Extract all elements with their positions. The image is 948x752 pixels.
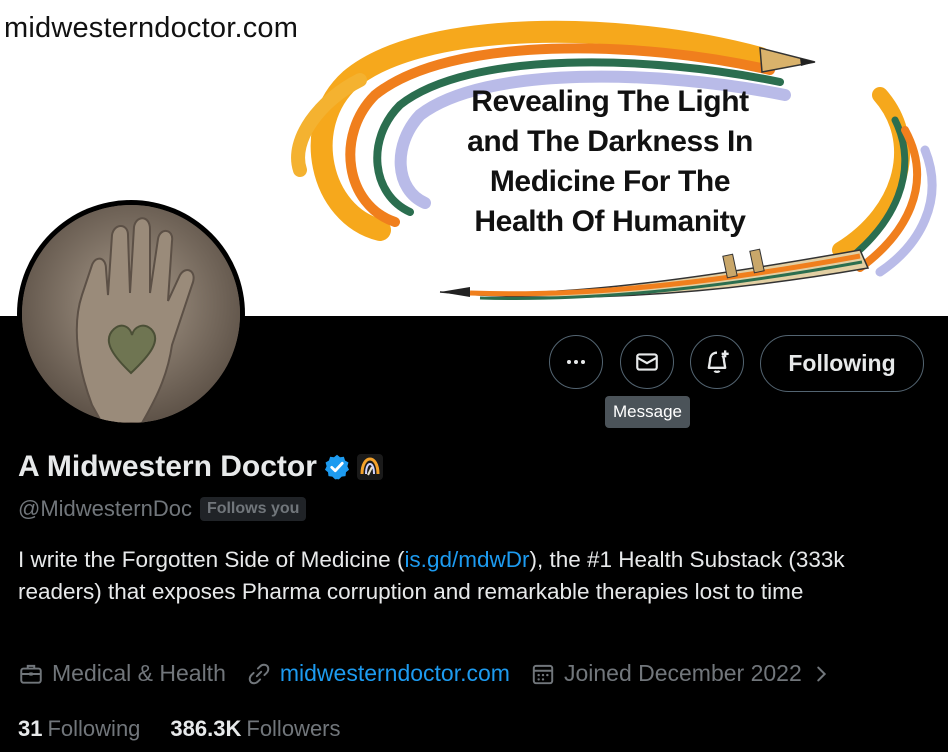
message-tooltip: Message [605, 396, 690, 428]
followers-stat[interactable]: 386.3K Followers [170, 716, 340, 742]
tagline-line: Medicine For The [489, 165, 731, 198]
tagline-line: and The Darkness In [467, 125, 753, 158]
profile-name: A Midwestern Doctor [18, 450, 317, 483]
affiliate-badge-icon[interactable] [356, 454, 383, 480]
more-options-button[interactable] [549, 335, 603, 389]
profile-name-row: A Midwestern Doctor [18, 450, 383, 484]
banner-site-text: midwesterndoctor.com [4, 12, 299, 44]
following-button[interactable]: Following [760, 335, 924, 392]
bell-plus-icon [707, 350, 729, 374]
bio-text: I write the Forgotten Side of Medicine ( [18, 547, 405, 572]
briefcase-icon [20, 664, 42, 684]
followers-stat-label: Followers [246, 716, 341, 741]
bio-link[interactable]: is.gd/mdwDr [404, 547, 529, 572]
category-item: Medical & Health [18, 660, 226, 687]
following-stat-label: Following [47, 716, 141, 741]
avatar[interactable] [17, 200, 245, 428]
joined-label: Joined December 2022 [563, 660, 802, 686]
banner-tagline: Revealing The Light and The Darkness In … [445, 82, 775, 242]
profile-handle: @MidwesternDoc [18, 496, 192, 521]
handle-row: @MidwesternDoc Follows you [18, 496, 307, 522]
joined-item[interactable]: Joined December 2022 [530, 660, 840, 687]
calendar-icon [532, 664, 554, 684]
tagline-line: Revealing The Light [471, 85, 749, 118]
follows-you-badge: Follows you [199, 497, 307, 521]
followers-count: 386.3K [170, 716, 242, 741]
envelope-icon [636, 353, 658, 371]
chevron-right-icon [817, 666, 826, 681]
message-button[interactable] [620, 335, 674, 389]
website-item[interactable]: midwesterndoctor.com [246, 660, 510, 687]
category-label: Medical & Health [52, 660, 226, 686]
following-count: 31 [18, 716, 43, 741]
avatar-image [22, 205, 240, 423]
profile-meta-row: Medical & Health midwesterndoctor.com Jo… [18, 660, 860, 687]
following-stat[interactable]: 31 Following [18, 716, 140, 742]
notifications-button[interactable] [690, 335, 744, 389]
follow-stats: 31 Following 386.3K Followers [18, 716, 371, 742]
profile-bio: I write the Forgotten Side of Medicine (… [18, 544, 923, 608]
verified-badge-icon[interactable] [323, 453, 351, 481]
website-link[interactable]: midwesterndoctor.com [280, 660, 510, 687]
more-dots-icon [567, 360, 585, 364]
tagline-line: Health Of Humanity [474, 205, 746, 238]
link-icon [248, 663, 270, 684]
